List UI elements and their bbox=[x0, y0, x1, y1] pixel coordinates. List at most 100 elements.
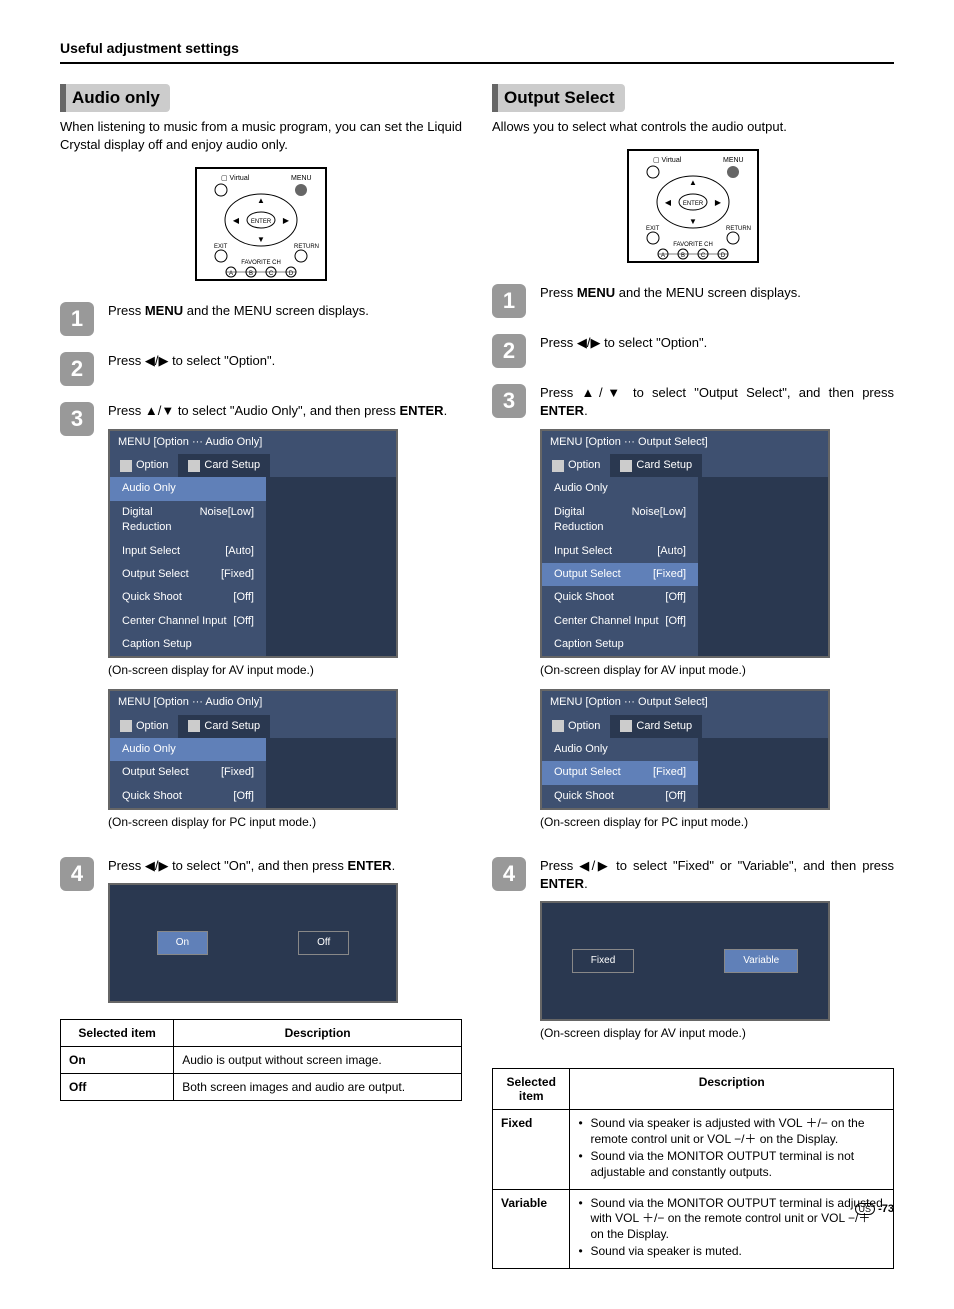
menu-tab-option: Option bbox=[110, 454, 178, 477]
menu-item: Input Select[Auto] bbox=[110, 540, 266, 563]
svg-text:RETURN: RETURN bbox=[294, 244, 319, 250]
caption: (On-screen display for AV input mode.) bbox=[540, 662, 894, 679]
caption: (On-screen display for AV input mode.) bbox=[540, 1025, 894, 1042]
menu-item: Audio Only bbox=[542, 738, 698, 761]
svg-text:EXIT: EXIT bbox=[646, 226, 660, 232]
menu-item: Output Select[Fixed] bbox=[542, 761, 698, 784]
svg-text:▢ Virtual: ▢ Virtual bbox=[653, 157, 682, 164]
page-title: Useful adjustment settings bbox=[60, 40, 894, 56]
menu-item: Digital Noise Reduction[Low] bbox=[110, 501, 266, 540]
step-3: 3 Press ▲/▼ to select "Audio Only", and … bbox=[60, 402, 462, 841]
svg-text:MENU: MENU bbox=[723, 157, 744, 164]
step-text: Press MENU and the MENU screen displays. bbox=[108, 302, 462, 320]
step-number: 2 bbox=[60, 352, 94, 386]
menu-tab-card-setup: Card Setup bbox=[178, 715, 270, 738]
step-number: 4 bbox=[492, 857, 526, 891]
description-table: Selected itemDescription Fixed Sound via… bbox=[492, 1068, 894, 1269]
card-icon bbox=[188, 720, 200, 732]
horizontal-rule bbox=[60, 62, 894, 64]
option-icon bbox=[120, 720, 132, 732]
step-number: 3 bbox=[60, 402, 94, 436]
option-off: Off bbox=[298, 931, 349, 955]
menu-item: Quick Shoot[Off] bbox=[110, 586, 266, 609]
table-header: Selected item bbox=[61, 1020, 174, 1047]
step-2: 2 Press ◀/▶ to select "Option". bbox=[492, 334, 894, 368]
section-heading-audio-only: Audio only bbox=[60, 84, 170, 112]
menu-header: MENU [Option ··· Output Select] bbox=[542, 431, 828, 454]
step-text: Press ◀/▶ to select "Option". bbox=[108, 352, 462, 370]
step-text: Press MENU and the MENU screen displays. bbox=[540, 284, 894, 302]
menu-item: Center Channel Input[Off] bbox=[542, 610, 698, 633]
option-on: On bbox=[157, 931, 208, 955]
menu-item: Caption Setup bbox=[542, 633, 698, 656]
step-3: 3 Press ▲/▼ to select "Output Select", a… bbox=[492, 384, 894, 841]
osd-menu-av: MENU [Option ··· Audio Only] OptionCard … bbox=[108, 429, 398, 659]
step-4: 4 Press ◀/▶ to select "On", and then pre… bbox=[60, 857, 462, 1003]
svg-text:FAVORITE CH: FAVORITE CH bbox=[241, 260, 281, 266]
step-number: 4 bbox=[60, 857, 94, 891]
table-row: OffBoth screen images and audio are outp… bbox=[61, 1074, 462, 1101]
table-row: Variable Sound via the MONITOR OUTPUT te… bbox=[493, 1189, 894, 1268]
menu-tab-option: Option bbox=[542, 715, 610, 738]
svg-text:RETURN: RETURN bbox=[726, 226, 751, 232]
osd-menu-pc: MENU [Option ··· Audio Only] OptionCard … bbox=[108, 689, 398, 810]
svg-text:MENU: MENU bbox=[291, 175, 312, 182]
menu-item: Audio Only bbox=[110, 738, 266, 761]
svg-text:▲: ▲ bbox=[257, 196, 265, 205]
card-icon bbox=[188, 460, 200, 472]
caption: (On-screen display for AV input mode.) bbox=[108, 662, 462, 679]
menu-tab-option: Option bbox=[542, 454, 610, 477]
menu-tab-card-setup: Card Setup bbox=[178, 454, 270, 477]
svg-text:FAVORITE CH: FAVORITE CH bbox=[673, 242, 713, 248]
svg-text:▶: ▶ bbox=[715, 198, 722, 207]
table-row: OnAudio is output without screen image. bbox=[61, 1047, 462, 1074]
option-variable: Variable bbox=[724, 949, 798, 973]
step-2: 2 Press ◀/▶ to select "Option". bbox=[60, 352, 462, 386]
step-1: 1 Press MENU and the MENU screen display… bbox=[492, 284, 894, 318]
remote-diagram: ▢ VirtualMENU ENTER ▲▼ ◀▶ EXITRETURN FAV… bbox=[186, 164, 336, 284]
menu-header: MENU [Option ··· Output Select] bbox=[542, 691, 828, 714]
caption: (On-screen display for PC input mode.) bbox=[108, 814, 462, 831]
step-4: 4 Press ◀/▶ to select "Fixed" or "Variab… bbox=[492, 857, 894, 1052]
step-text: Press ◀/▶ to select "On", and then press… bbox=[108, 857, 462, 1003]
svg-text:ENTER: ENTER bbox=[683, 201, 704, 207]
menu-item: Caption Setup bbox=[110, 633, 266, 656]
step-text: Press ▲/▼ to select "Audio Only", and th… bbox=[108, 402, 462, 841]
svg-text:▼: ▼ bbox=[689, 217, 697, 226]
step-1: 1 Press MENU and the MENU screen display… bbox=[60, 302, 462, 336]
table-header: Selected item bbox=[493, 1069, 570, 1110]
menu-item: Output Select[Fixed] bbox=[110, 761, 266, 784]
right-column: Output Select Allows you to select what … bbox=[492, 84, 894, 1269]
menu-tab-card-setup: Card Setup bbox=[610, 454, 702, 477]
menu-tab-card-setup: Card Setup bbox=[610, 715, 702, 738]
step-number: 1 bbox=[492, 284, 526, 318]
page-number: US -73 bbox=[855, 1203, 894, 1215]
step-number: 2 bbox=[492, 334, 526, 368]
fixed-variable-selector: Fixed Variable bbox=[540, 901, 830, 1021]
option-icon bbox=[552, 460, 564, 472]
svg-text:ENTER: ENTER bbox=[251, 219, 272, 225]
step-number: 1 bbox=[60, 302, 94, 336]
intro-text: When listening to music from a music pro… bbox=[60, 118, 462, 154]
menu-item: Input Select[Auto] bbox=[542, 540, 698, 563]
card-icon bbox=[620, 460, 632, 472]
menu-item: Audio Only bbox=[542, 477, 698, 500]
table-header: Description bbox=[570, 1069, 894, 1110]
menu-item: Output Select[Fixed] bbox=[110, 563, 266, 586]
menu-item: Output Select[Fixed] bbox=[542, 563, 698, 586]
description-table: Selected itemDescription OnAudio is outp… bbox=[60, 1019, 462, 1101]
menu-item: Quick Shoot[Off] bbox=[542, 785, 698, 808]
svg-text:◀: ◀ bbox=[665, 198, 672, 207]
step-text: Press ▲/▼ to select "Output Select", and… bbox=[540, 384, 894, 841]
menu-item: Center Channel Input[Off] bbox=[110, 610, 266, 633]
svg-text:◀: ◀ bbox=[233, 216, 240, 225]
menu-header: MENU [Option ··· Audio Only] bbox=[110, 431, 396, 454]
menu-header: MENU [Option ··· Audio Only] bbox=[110, 691, 396, 714]
svg-text:▲: ▲ bbox=[689, 178, 697, 187]
svg-text:▼: ▼ bbox=[257, 235, 265, 244]
caption: (On-screen display for PC input mode.) bbox=[540, 814, 894, 831]
option-icon bbox=[120, 460, 132, 472]
on-off-selector: On Off bbox=[108, 883, 398, 1003]
step-text: Press ◀/▶ to select "Option". bbox=[540, 334, 894, 352]
card-icon bbox=[620, 720, 632, 732]
